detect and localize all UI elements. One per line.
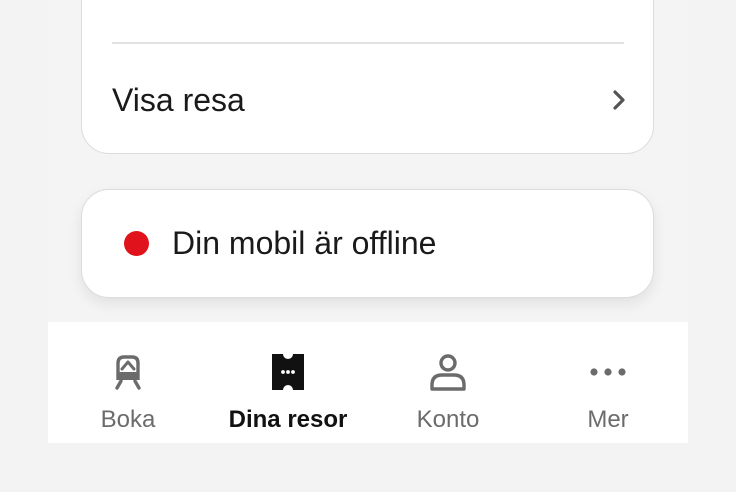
nav-label-konto: Konto [416,406,480,433]
trip-card-divider [112,42,624,44]
ticket-icon [272,354,304,390]
offline-status-card: Din mobil är offline [81,189,654,298]
chevron-right-icon [613,90,625,110]
offline-status-text: Din mobil är offline [172,225,437,261]
view-trip-row[interactable]: Visa resa [112,70,628,130]
offline-indicator-dot [124,231,149,256]
nav-label-mer: Mer [587,406,629,433]
nav-item-boka[interactable]: Boka [48,340,208,443]
bottom-navigation: Boka Dina resor Konto Mer [48,340,688,443]
nav-item-dina-resor[interactable]: Dina resor [208,340,368,443]
nav-label-dina-resor: Dina resor [228,406,348,433]
nav-item-konto[interactable]: Konto [368,340,528,443]
nav-label-boka: Boka [100,406,156,433]
nav-item-mer[interactable]: Mer [528,340,688,443]
more-icon [590,368,626,376]
train-icon [115,355,141,390]
person-icon [430,354,466,391]
view-trip-label: Visa resa [112,81,245,118]
